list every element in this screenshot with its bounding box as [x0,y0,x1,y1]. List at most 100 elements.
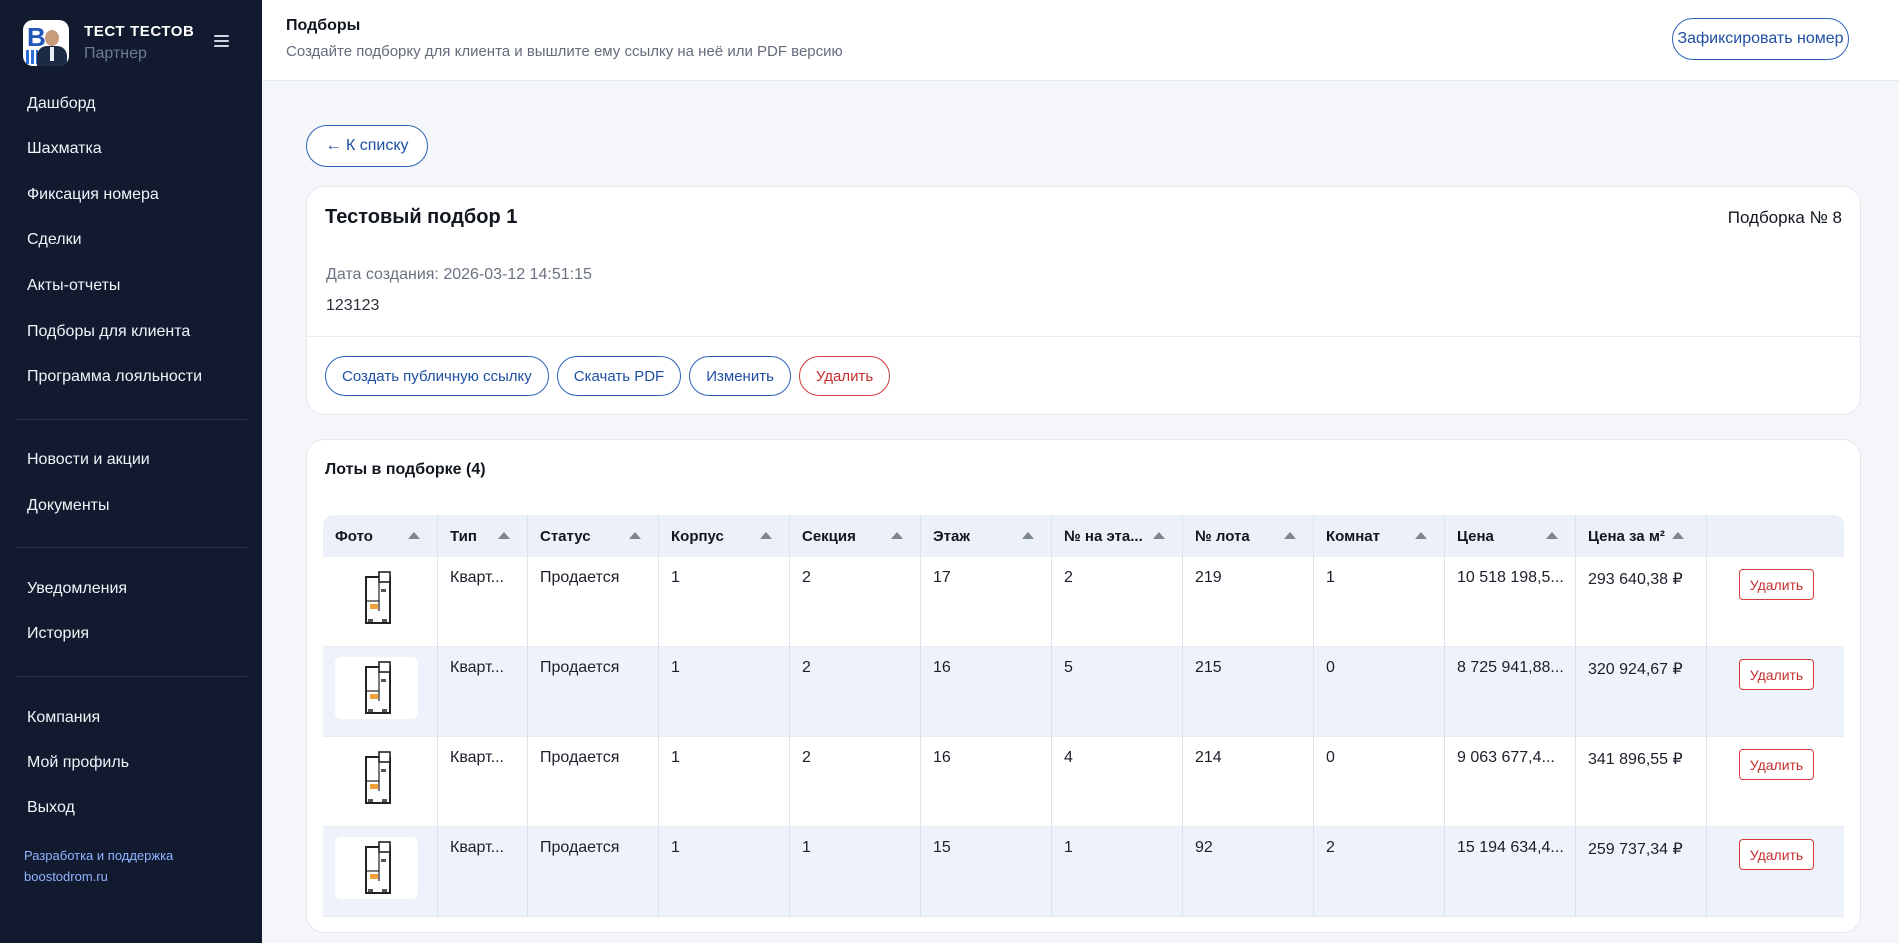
delete-lot-button[interactable]: Удалить [1739,839,1814,870]
nav-deals[interactable]: Сделки [27,231,82,249]
cell-type: Кварт... [438,827,528,917]
lots-card: Лоты в подборке (4) Фото Тип Статус Корп… [306,439,1861,933]
nav-number-fixation[interactable]: Фиксация номера [27,186,159,204]
cell-text: 5 [1064,659,1073,676]
column-header-lot-number[interactable]: № лота [1183,515,1314,557]
column-header-floor-number[interactable]: № на эта... [1052,515,1183,557]
lot-photo[interactable] [335,747,418,809]
column-header-section[interactable]: Секция [790,515,921,557]
fix-number-button[interactable]: Зафиксировать номер [1672,18,1849,60]
nav-loyalty[interactable]: Программа лояльности [27,368,202,386]
delete-lot-button[interactable]: Удалить [1739,569,1814,600]
cell-floor-number: 5 [1052,647,1183,737]
nav-documents[interactable]: Документы [27,497,109,515]
sort-icon[interactable] [760,532,772,539]
sort-icon[interactable] [1284,532,1296,539]
cell-floor-number: 4 [1052,737,1183,827]
cell-floor-number: 2 [1052,557,1183,647]
floor-plan-icon [365,571,391,624]
developer-credit[interactable]: Разработка и поддержка boostodrom.ru [24,845,173,887]
delete-lot-button[interactable]: Удалить [1739,749,1814,780]
nav-logout[interactable]: Выход [27,799,75,817]
cell-text: Кварт... [450,659,504,676]
cell-text: 215 [1195,659,1222,676]
column-header-type[interactable]: Тип [438,515,528,557]
column-header-rooms[interactable]: Комнат [1314,515,1445,557]
lots-title: Лоты в подборке (4) [325,461,486,478]
nav-profile[interactable]: Мой профиль [27,754,129,772]
nav-history[interactable]: История [27,625,89,643]
sort-icon[interactable] [891,532,903,539]
cell-section: 2 [790,737,921,827]
cell-text: 2 [802,569,811,586]
nav-client-selections[interactable]: Подборы для клиента [27,323,190,341]
sort-icon[interactable] [1546,532,1558,539]
lot-photo[interactable] [335,657,418,719]
table-row[interactable]: Кварт... Продается 1 2 17 2 219 1 10 518 198,5..… [323,557,1844,647]
sort-icon[interactable] [629,532,641,539]
cell-building: 1 [659,827,790,917]
cell-text: 16 [933,659,951,676]
cell-type: Кварт... [438,737,528,827]
table-row[interactable]: Кварт... Продается 1 2 16 5 215 0 8 725 941,88..… [323,647,1844,737]
nav-notifications[interactable]: Уведомления [27,580,127,598]
cell-text: 1 [671,839,680,856]
table-row[interactable]: Кварт... Продается 1 2 16 4 214 0 9 063 677,4...… [323,737,1844,827]
cell-text: 341 896,55 ₽ [1588,751,1683,768]
selection-title: Тестовый подбор 1 [325,206,518,228]
cell-price: 9 063 677,4... [1445,737,1576,827]
sort-icon[interactable] [1415,532,1427,539]
avatar[interactable]: B [23,20,69,66]
nav-company[interactable]: Компания [27,709,100,727]
cell-text: 92 [1195,839,1213,856]
sort-icon[interactable] [408,532,420,539]
column-header-photo[interactable]: Фото [323,515,438,557]
credit-link[interactable]: boostodrom.ru [24,866,173,887]
cell-lot-number: 219 [1183,557,1314,647]
cell-price-per-m2: 259 737,34 ₽ [1576,827,1707,917]
cell-lot-number: 92 [1183,827,1314,917]
selection-actions: Создать публичную ссылку Скачать PDF Изм… [325,356,891,396]
cell-type: Кварт... [438,647,528,737]
floor-plan-icon [365,751,391,804]
table-body: Кварт... Продается 1 2 17 2 219 1 10 518 198,5..… [323,557,1844,917]
back-to-list-button[interactable]: ← К списку [306,125,428,167]
table-header: Фото Тип Статус Корпус Секция Этаж № на … [323,515,1844,557]
column-header-floor[interactable]: Этаж [921,515,1052,557]
cell-text: Продается [540,659,620,676]
cell-rooms: 0 [1314,737,1445,827]
cell-photo [323,827,438,917]
column-header-price[interactable]: Цена [1445,515,1576,557]
cell-text: 1 [802,839,811,856]
column-header-building[interactable]: Корпус [659,515,790,557]
cell-status: Продается [528,737,659,827]
lot-photo[interactable] [335,837,418,899]
floor-plan-icon [365,841,391,894]
column-header-status[interactable]: Статус [528,515,659,557]
nav-reports[interactable]: Акты-отчеты [27,277,120,295]
cell-price: 8 725 941,88... [1445,647,1576,737]
download-pdf-button[interactable]: Скачать PDF [556,356,682,396]
nav-news[interactable]: Новости и акции [27,451,150,469]
sort-icon[interactable] [1672,532,1684,539]
cell-section: 1 [790,827,921,917]
column-header-price-per-m2[interactable]: Цена за м² [1576,515,1707,557]
lot-photo[interactable] [335,567,418,629]
cell-text: 15 [933,839,951,856]
cell-text: 4 [1064,749,1073,766]
menu-toggle-icon[interactable] [214,35,229,47]
sort-icon[interactable] [498,532,510,539]
cell-photo [323,647,438,737]
create-public-link-button[interactable]: Создать публичную ссылку [325,356,549,396]
nav-dashboard[interactable]: Дашборд [27,95,96,113]
cell-text: Кварт... [450,839,504,856]
sort-icon[interactable] [1022,532,1034,539]
cell-building: 1 [659,557,790,647]
sort-icon[interactable] [1153,532,1165,539]
delete-lot-button[interactable]: Удалить [1739,659,1814,690]
edit-button[interactable]: Изменить [689,356,791,396]
delete-selection-button[interactable]: Удалить [798,356,891,396]
table-row[interactable]: Кварт... Продается 1 1 15 1 92 2 15 194 634,4...… [323,827,1844,917]
nav-chessboard[interactable]: Шахматка [27,140,102,158]
page-subtitle: Создайте подборку для клиента и вышлите … [286,43,843,60]
